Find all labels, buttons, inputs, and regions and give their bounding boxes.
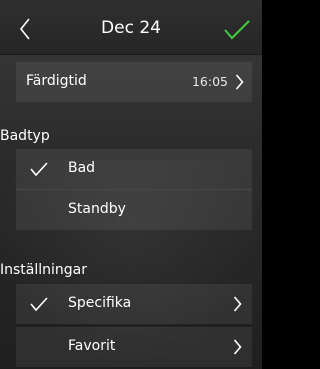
settings-item-favorit[interactable]: Favorit — [16, 327, 252, 367]
chevron-right-icon — [233, 296, 242, 312]
chevron-right-icon — [233, 339, 242, 355]
chevron-left-icon — [19, 18, 30, 40]
option-bad[interactable]: Bad — [16, 149, 252, 189]
checkmark-icon — [30, 297, 48, 312]
checkmark-icon — [224, 20, 250, 40]
checkmark-icon — [30, 162, 48, 177]
ready-time-label: Färdigtid — [26, 73, 87, 89]
header-bar: Dec 24 — [0, 0, 262, 55]
option-label: Standby — [68, 201, 126, 217]
page-title: Dec 24 — [101, 18, 161, 38]
bath-type-heading: Badtyp — [0, 128, 50, 144]
ready-time-value: 16:05 — [191, 74, 228, 89]
ready-time-row[interactable]: Färdigtid 16:05 — [16, 62, 252, 102]
settings-item-specifika[interactable]: Specifika — [16, 284, 252, 324]
settings-item-label: Favorit — [68, 338, 116, 354]
chevron-right-icon — [235, 74, 244, 90]
option-standby[interactable]: Standby — [16, 190, 252, 230]
settings-item-label: Specifika — [68, 295, 132, 311]
divider — [16, 325, 252, 326]
screen: Dec 24 Färdigtid 16:05 Badtyp Bad Standb… — [0, 0, 262, 369]
settings-heading: Inställningar — [0, 262, 88, 278]
confirm-button[interactable] — [222, 18, 252, 42]
back-button[interactable] — [16, 17, 36, 41]
option-label: Bad — [68, 160, 96, 176]
